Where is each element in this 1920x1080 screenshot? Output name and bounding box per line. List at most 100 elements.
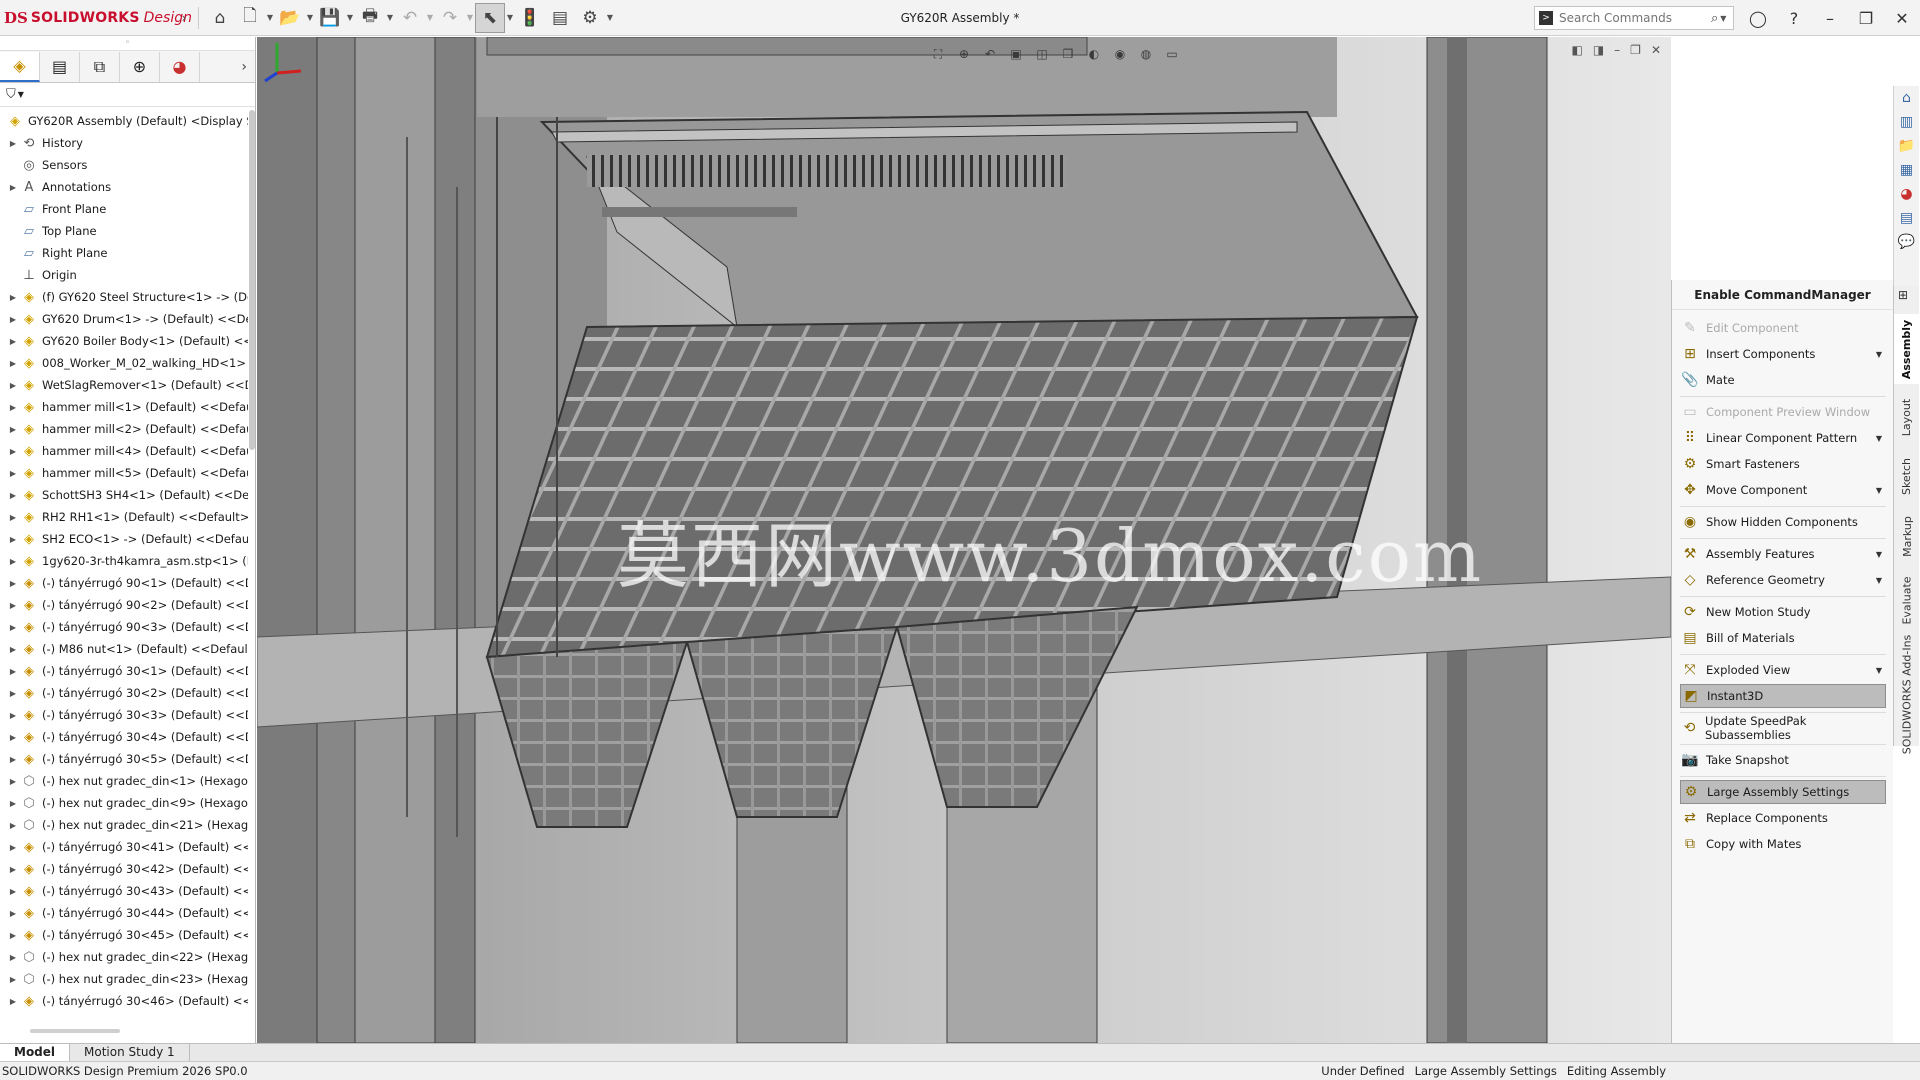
commandmanager-tab[interactable]: Assembly — [1894, 314, 1920, 384]
chevron-right-icon[interactable]: › — [241, 59, 247, 75]
tree-node[interactable]: ▶ ◈ hammer mill<5> (Default) <<Defau — [0, 462, 248, 484]
tree-node[interactable]: ▶ ◈ (-) M86 nut<1> (Default) <<Default — [0, 638, 248, 660]
view-orientation-icon[interactable]: ❒ — [1057, 45, 1079, 63]
commandmanager-tab[interactable]: Evaluate — [1894, 570, 1920, 630]
tree-node[interactable]: ▶ ◈ (-) tányérrugó 30<3> (Default) <<D — [0, 704, 248, 726]
tree-node[interactable]: ▶ ⬡ (-) hex nut gradec_din<23> (Hexagc — [0, 968, 248, 990]
expand-arrow-icon[interactable]: ▶ — [8, 337, 18, 346]
select-caret[interactable]: ▼ — [505, 13, 515, 22]
zoom-area-icon[interactable]: ⊕ — [953, 45, 975, 63]
expand-arrow-icon[interactable]: ▶ — [8, 315, 18, 324]
edit-appearance-icon[interactable]: ◍ — [1135, 45, 1157, 63]
expand-arrow-icon[interactable]: ▶ — [8, 425, 18, 434]
pin-icon[interactable]: ⊞ — [1898, 288, 1908, 302]
expand-arrow-icon[interactable]: ▶ — [8, 755, 18, 764]
expand-arrow-icon[interactable]: ▶ — [8, 491, 18, 500]
command-instant3d[interactable]: ◩ Instant3D — [1680, 684, 1886, 708]
command-motion-study[interactable]: ⟳ New Motion Study — [1680, 600, 1886, 624]
tree-node[interactable]: ▶ ◈ SchottSH3 SH4<1> (Default) <<Def — [0, 484, 248, 506]
file-properties-icon[interactable]: ▤ — [545, 3, 575, 33]
expand-arrow-icon[interactable]: ▶ — [8, 931, 18, 940]
redo-icon[interactable]: ↷ — [435, 3, 465, 33]
tree-node[interactable]: ▶ ⬡ (-) hex nut gradec_din<22> (Hexagc — [0, 946, 248, 968]
options-caret[interactable]: ▼ — [605, 13, 615, 22]
command-bom[interactable]: ▤ Bill of Materials — [1680, 626, 1886, 650]
status-large-assembly-settings[interactable]: Large Assembly Settings — [1415, 1064, 1557, 1078]
zoom-to-fit-icon[interactable]: ⛶ — [927, 45, 949, 63]
restore-icon[interactable]: ❐ — [1848, 9, 1884, 28]
expand-arrow-icon[interactable]: ▶ — [8, 293, 18, 302]
tree-node[interactable]: ◎ Sensors — [0, 154, 248, 176]
open-folder-icon[interactable]: 📂 — [275, 3, 305, 33]
expand-arrow-icon[interactable]: ▶ — [8, 997, 18, 1006]
viewport-split-icon[interactable]: ◧ — [1571, 43, 1582, 57]
dynamic-annotation-icon[interactable]: ◫ — [1031, 45, 1053, 63]
tree-root[interactable]: ◈ GY620R Assembly (Default) <Display Sta — [0, 110, 248, 132]
save-icon[interactable]: 💾 — [315, 3, 345, 33]
tab-model[interactable]: Model — [0, 1044, 71, 1062]
expand-arrow-icon[interactable]: ▶ — [8, 777, 18, 786]
tree-node[interactable]: ▶ ◈ (-) tányérrugó 30<43> (Default) <<I — [0, 880, 248, 902]
tree-node[interactable]: ▶ ◈ RH2 RH1<1> (Default) <<Default>_ — [0, 506, 248, 528]
tree-node[interactable]: ▶ ◈ (f) GY620 Steel Structure<1> -> (Def — [0, 286, 248, 308]
help-icon[interactable]: ? — [1776, 9, 1812, 28]
command-large-assembly[interactable]: ⚙ Large Assembly Settings — [1680, 780, 1886, 804]
undo-icon[interactable]: ↶ — [395, 3, 425, 33]
viewport-restore-icon[interactable]: ❐ — [1630, 43, 1641, 57]
expand-arrow-icon[interactable]: ▶ — [8, 381, 18, 390]
tree-node[interactable]: ▶ ◈ (-) tányérrugó 30<41> (Default) <<I — [0, 836, 248, 858]
tree-node[interactable]: ▶ ◈ (-) tányérrugó 30<2> (Default) <<D — [0, 682, 248, 704]
command-exploded-view[interactable]: ⤧ Exploded View ▼ — [1680, 658, 1886, 682]
expand-arrow-icon[interactable]: ▶ — [8, 689, 18, 698]
command-linear-pattern[interactable]: ⠿ Linear Component Pattern ▼ — [1680, 426, 1886, 450]
design-library-icon[interactable]: ▥ — [1894, 110, 1919, 134]
select-cursor-icon[interactable]: ⬉ — [475, 2, 505, 33]
viewport-link-icon[interactable]: ◨ — [1593, 43, 1604, 57]
view-palette-icon[interactable]: ▦ — [1894, 158, 1919, 182]
commandmanager-tab[interactable]: Layout — [1894, 388, 1920, 446]
tree-node[interactable]: ▶ ◈ (-) tányérrugó 30<44> (Default) <<I — [0, 902, 248, 924]
expand-arrow-icon[interactable]: ▶ — [8, 953, 18, 962]
minimize-icon[interactable]: – — [1812, 9, 1848, 28]
tree-node[interactable]: ▶ ◈ (-) tányérrugó 90<2> (Default) <<D — [0, 594, 248, 616]
file-explorer-icon[interactable]: 📁 — [1894, 134, 1919, 158]
chevron-down-icon[interactable]: ▼ — [1876, 434, 1882, 443]
chevron-down-icon[interactable]: ▼ — [1876, 550, 1882, 559]
undo-caret[interactable]: ▼ — [425, 13, 435, 22]
command-copy-with-mates[interactable]: ⧉ Copy with Mates — [1680, 832, 1886, 856]
tree-node[interactable]: ▶ ◈ (-) tányérrugó 30<42> (Default) <<I — [0, 858, 248, 880]
command-smart-fasteners[interactable]: ⚙ Smart Fasteners — [1680, 452, 1886, 476]
filter-caret[interactable]: ▼ — [18, 90, 24, 99]
command-snapshot[interactable]: 📷 Take Snapshot — [1680, 748, 1886, 772]
tree-node[interactable]: ▶ ◈ hammer mill<2> (Default) <<Defau — [0, 418, 248, 440]
feature-manager-icon[interactable]: ◈ — [0, 51, 40, 82]
tree-node[interactable]: ▶ ⟲ History — [0, 132, 248, 154]
expand-arrow-icon[interactable]: ▶ — [8, 799, 18, 808]
section-view-icon[interactable]: ▣ — [1005, 45, 1027, 63]
tree-node[interactable]: ▶ ◈ hammer mill<1> (Default) <<Defau — [0, 396, 248, 418]
dimxpert-icon[interactable]: ⊕ — [120, 51, 160, 82]
tree-node[interactable]: ▶ ◈ (-) tányérrugó 30<1> (Default) <<D — [0, 660, 248, 682]
save-caret[interactable]: ▼ — [345, 13, 355, 22]
tree-node[interactable]: ▶ ⬡ (-) hex nut gradec_din<9> (Hexagor — [0, 792, 248, 814]
tree-node[interactable]: ▶ ⬡ (-) hex nut gradec_din<1> (Hexagor — [0, 770, 248, 792]
magnifier-icon[interactable]: ⌕ — [1711, 11, 1718, 26]
tree-filter[interactable]: ⛉ ▼ — [0, 83, 255, 107]
filter-icon[interactable]: ⛉ — [6, 87, 16, 102]
tree-scrollbar[interactable] — [249, 110, 255, 450]
tab-motion-study-1[interactable]: Motion Study 1 — [70, 1044, 190, 1062]
previous-view-icon[interactable]: ↶ — [979, 45, 1001, 63]
configuration-manager-icon[interactable]: ⧉ — [80, 51, 120, 82]
command-speedpak[interactable]: ⟲ Update SpeedPak Subassemblies — [1680, 714, 1886, 742]
print-icon[interactable]: 🖶 — [355, 3, 385, 33]
command-insert-components[interactable]: ⊞ Insert Components ▼ — [1680, 342, 1886, 366]
expand-arrow-icon[interactable]: ▶ — [8, 183, 18, 192]
tree-node[interactable]: ▶ ◈ (-) tányérrugó 30<46> (Default) <<I — [0, 990, 248, 1012]
tree-node[interactable]: ▶ ◈ 008_Worker_M_02_walking_HD<1> — [0, 352, 248, 374]
commandmanager-tab[interactable]: Markup — [1894, 506, 1920, 566]
chevron-right-icon[interactable]: › — [176, 3, 192, 33]
tree-horizontal-scrollbar[interactable] — [30, 1029, 120, 1033]
apply-scene-icon[interactable]: ▭ — [1161, 45, 1183, 63]
solidworks-resources-icon[interactable]: ⌂ — [1894, 86, 1919, 110]
tree-node[interactable]: ▶ ⬡ (-) hex nut gradec_din<21> (Hexagc — [0, 814, 248, 836]
